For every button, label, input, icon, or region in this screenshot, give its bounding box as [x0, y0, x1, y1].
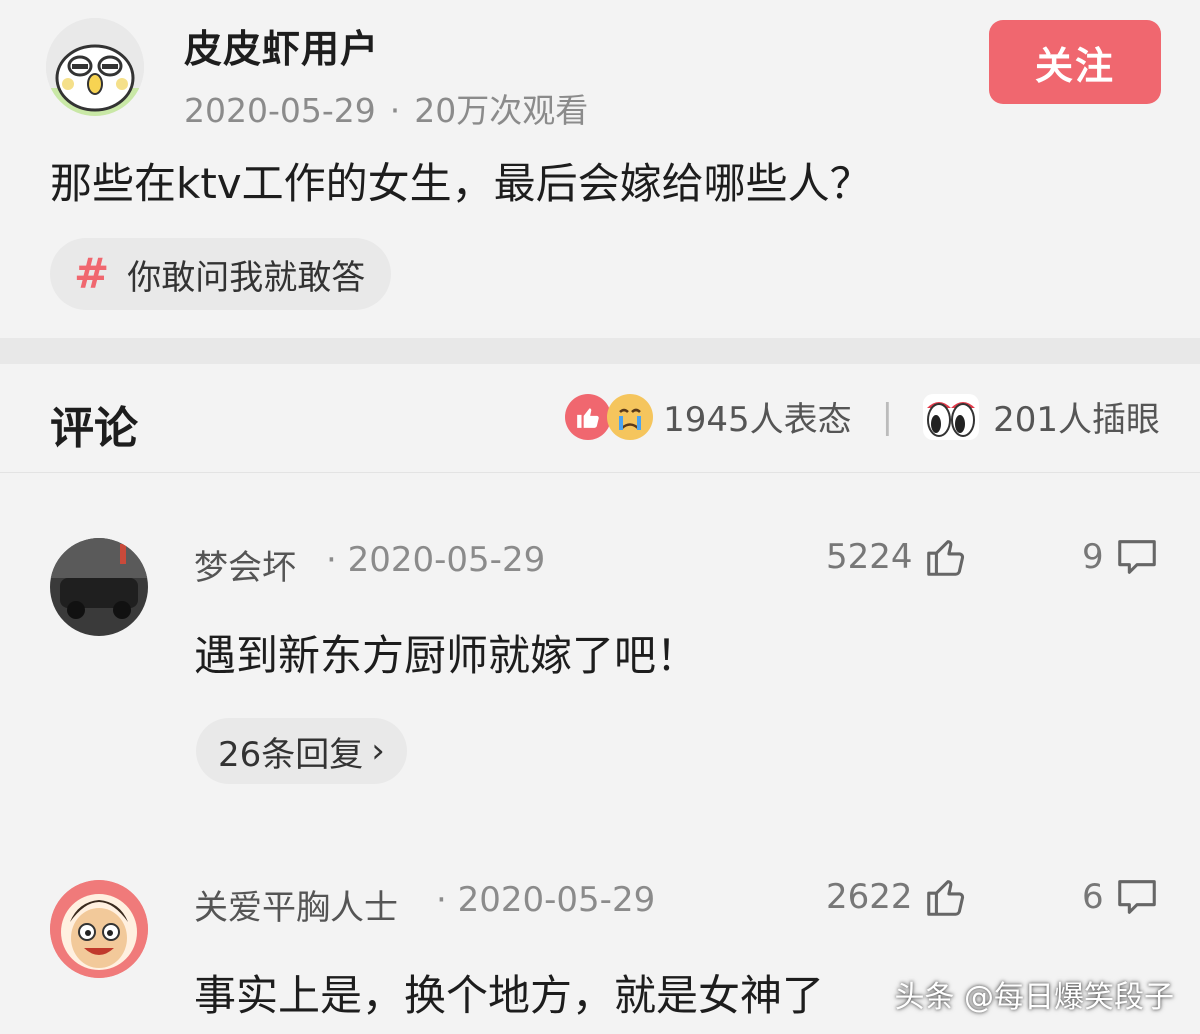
- hashtag-icon: #: [74, 249, 110, 298]
- topic-label: 你敢问我就敢答: [127, 257, 366, 298]
- comment-meta-dot: ·: [436, 880, 447, 920]
- reactions-bar[interactable]: 1945人表态 | 201人插眼: [565, 392, 1160, 441]
- source-watermark: 头条 @每日爆笑段子: [894, 980, 1174, 1015]
- header-divider: [0, 472, 1200, 473]
- reply-count: 9: [1082, 537, 1104, 577]
- post-date: 2020-05-29: [184, 91, 376, 130]
- reactions-count: 1945人表态: [663, 400, 852, 440]
- section-divider: [0, 338, 1200, 364]
- comment-date-text: 2020-05-29: [457, 880, 656, 920]
- street-photo-avatar-icon: [50, 538, 148, 636]
- meta-dot: ·: [389, 91, 401, 130]
- thumbs-up-reaction-icon: [565, 393, 612, 440]
- post-author-name[interactable]: 皮皮虾用户: [184, 18, 379, 73]
- reply-count: 6: [1082, 877, 1104, 917]
- comment-date-text: 2020-05-29: [347, 540, 546, 580]
- topic-tag[interactable]: # 你敢问我就敢答: [50, 238, 392, 310]
- comment-date: · 2020-05-29: [326, 540, 545, 580]
- comment-author-name[interactable]: 梦会坏: [194, 540, 296, 589]
- like-count: 2622: [826, 877, 913, 917]
- comment-date: · 2020-05-29: [436, 880, 655, 920]
- thumbs-up-icon: [926, 540, 964, 576]
- cartoon-face-avatar-icon: [46, 18, 144, 116]
- comment-avatar[interactable]: [50, 538, 148, 636]
- comments-title: 评论: [50, 403, 138, 454]
- like-count: 5224: [826, 537, 913, 577]
- comment-avatar[interactable]: [50, 880, 148, 978]
- comment-like-button[interactable]: 5224: [826, 534, 969, 580]
- comment-author-name[interactable]: 关爱平胸人士: [194, 880, 398, 929]
- follow-button[interactable]: 关注: [989, 20, 1161, 104]
- chevron-right-icon: ›: [371, 731, 385, 771]
- comment-bubble-icon: [1117, 880, 1156, 914]
- cartoon-face-avatar-icon: [50, 880, 148, 978]
- insert-eyes-icon: [923, 393, 980, 440]
- crying-face-reaction-icon: [607, 393, 654, 440]
- view-replies-button[interactable]: 26条回复 ›: [196, 718, 407, 784]
- comment-like-button[interactable]: 2622: [826, 874, 969, 920]
- post-meta: 2020-05-29 · 20万次观看: [184, 84, 588, 132]
- post-author-avatar[interactable]: [46, 18, 144, 116]
- comment-reply-button[interactable]: 9: [1082, 534, 1160, 580]
- reactions-separator: |: [881, 396, 894, 437]
- view-replies-label: 26条回复: [218, 734, 364, 775]
- comment-text: 遇到新东方厨师就嫁了吧！: [194, 631, 699, 680]
- comment-bubble-icon: [1117, 540, 1156, 574]
- comment-text: 事实上是，换个地方，就是女神了: [194, 971, 825, 1020]
- insert-eyes-count: 201人插眼: [993, 400, 1160, 440]
- post-views: 20万次观看: [414, 91, 589, 130]
- post-question: 那些在ktv工作的女生，最后会嫁给哪些人？: [50, 159, 872, 208]
- thumbs-up-icon: [926, 880, 964, 916]
- comment-reply-button[interactable]: 6: [1082, 874, 1160, 920]
- comment-meta-dot: ·: [326, 540, 337, 580]
